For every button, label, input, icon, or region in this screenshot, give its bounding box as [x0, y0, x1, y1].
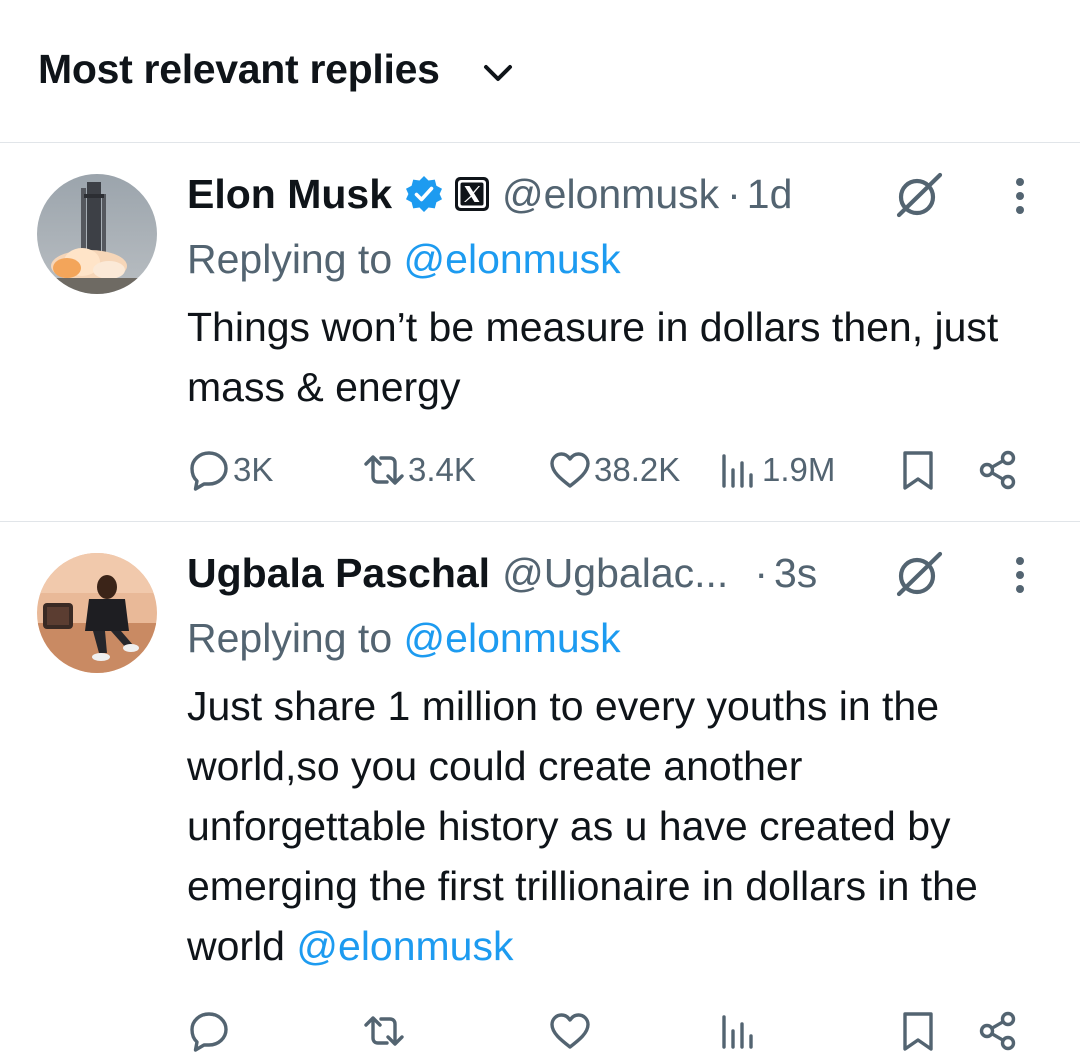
- tweet-header: Ugbala Paschal @Ugbalac... · 3s: [187, 545, 817, 601]
- views-button[interactable]: [716, 1001, 762, 1061]
- reply-icon: [190, 1012, 228, 1052]
- tweet-actions: [0, 1001, 1080, 1061]
- grok-icon[interactable]: [893, 548, 945, 600]
- heart-icon: [550, 452, 590, 488]
- x-logo-icon[interactable]: [454, 176, 490, 212]
- tweet-text: Just share 1 million to every youths in …: [187, 676, 1047, 976]
- tweet-header: Elon Musk @elonmusk · 1d: [187, 166, 792, 222]
- repost-count: 3.4K: [408, 451, 476, 488]
- separator-dot: ·: [727, 170, 741, 217]
- views-button[interactable]: 1.9M: [716, 440, 835, 500]
- bookmark-icon: [903, 1012, 933, 1051]
- reply-button[interactable]: 3K: [187, 440, 273, 500]
- handle[interactable]: @Ugbalac...: [502, 550, 728, 597]
- display-name[interactable]: Elon Musk: [187, 171, 392, 218]
- views-count: 1.9M: [762, 451, 836, 488]
- replying-prefix: Replying to: [187, 236, 393, 282]
- like-button[interactable]: [548, 1001, 594, 1061]
- share-button[interactable]: [976, 1001, 1020, 1061]
- tweet-actions: 3K 3.4K 38.2K 1.9M: [0, 440, 1080, 500]
- avatar[interactable]: [37, 553, 157, 673]
- repost-button[interactable]: [362, 1001, 408, 1061]
- timestamp[interactable]: 3s: [774, 550, 817, 597]
- reply-count: 3K: [233, 451, 274, 488]
- repost-icon: [364, 455, 404, 485]
- tweet[interactable]: Elon Musk @elonmusk · 1d Replying to @el…: [0, 144, 1080, 522]
- replying-mention[interactable]: @elonmusk: [404, 615, 621, 661]
- grok-icon[interactable]: [893, 169, 945, 221]
- views-icon: [722, 454, 753, 488]
- tweet-text: Things won’t be measure in dollars then,…: [187, 304, 999, 410]
- share-icon: [979, 1011, 1016, 1051]
- like-count: 38.2K: [594, 451, 681, 488]
- like-button[interactable]: 38.2K: [548, 440, 680, 500]
- sort-title[interactable]: Most relevant replies: [38, 46, 440, 93]
- text-mention[interactable]: @elonmusk: [296, 923, 513, 969]
- handle[interactable]: @elonmusk: [502, 171, 719, 218]
- bookmark-button[interactable]: [896, 440, 940, 500]
- bookmark-icon: [903, 451, 933, 490]
- heart-icon: [550, 1013, 590, 1049]
- more-options-icon[interactable]: [1008, 174, 1032, 218]
- share-button[interactable]: [976, 440, 1020, 500]
- avatar[interactable]: [37, 174, 157, 294]
- bookmark-button[interactable]: [896, 1001, 940, 1061]
- repost-button[interactable]: 3.4K: [362, 440, 476, 500]
- replying-prefix: Replying to: [187, 615, 393, 661]
- chevron-down-icon[interactable]: [481, 58, 515, 88]
- views-icon: [722, 1015, 753, 1049]
- more-options-icon[interactable]: [1008, 553, 1032, 597]
- share-icon: [979, 450, 1016, 490]
- replying-to: Replying to @elonmusk: [187, 236, 621, 283]
- replying-to: Replying to @elonmusk: [187, 615, 621, 662]
- replying-mention[interactable]: @elonmusk: [404, 236, 621, 282]
- display-name[interactable]: Ugbala Paschal: [187, 550, 490, 597]
- tweet[interactable]: Ugbala Paschal @Ugbalac... · 3s Replying…: [0, 523, 1080, 1064]
- timestamp[interactable]: 1d: [747, 171, 793, 218]
- replies-sort-header[interactable]: Most relevant replies: [0, 0, 1080, 143]
- reply-button[interactable]: [187, 1001, 233, 1061]
- separator-dot: ·: [754, 549, 768, 596]
- verified-badge-icon[interactable]: [404, 174, 444, 214]
- reply-icon: [190, 451, 228, 491]
- repost-icon: [364, 1016, 404, 1046]
